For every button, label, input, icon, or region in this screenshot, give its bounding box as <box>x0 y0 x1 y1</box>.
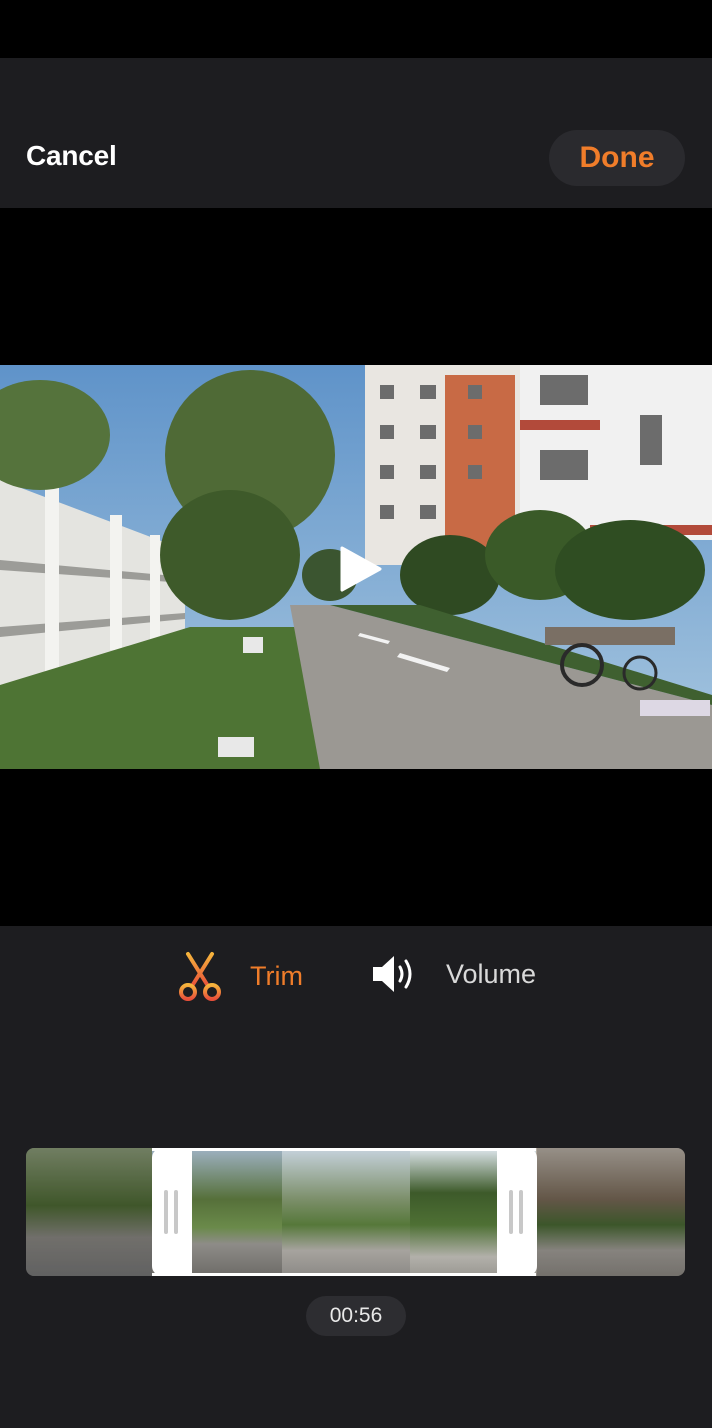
grip-icon <box>509 1190 513 1234</box>
grip-icon <box>519 1190 523 1234</box>
scissors-icon <box>179 952 221 1001</box>
speaker-icon <box>373 956 412 992</box>
done-button[interactable]: Done <box>549 130 685 186</box>
volume-label: Volume <box>446 958 537 989</box>
excluded-range-left <box>26 1148 152 1276</box>
grip-icon <box>174 1190 178 1234</box>
trim-handle-start[interactable] <box>152 1148 192 1276</box>
trim-tab[interactable]: Trim <box>178 950 303 1002</box>
volume-tab[interactable]: Volume <box>370 952 536 996</box>
excluded-range-right <box>537 1148 685 1276</box>
status-bar <box>0 0 712 58</box>
trim-label: Trim <box>250 960 303 991</box>
duration-badge: 00:56 <box>306 1296 406 1336</box>
trim-selection[interactable] <box>152 1148 536 1276</box>
cancel-button[interactable]: Cancel <box>26 140 117 172</box>
play-icon[interactable] <box>338 545 382 593</box>
trim-handle-end[interactable] <box>497 1148 537 1276</box>
top-toolbar: Cancel Done <box>0 58 712 208</box>
grip-icon <box>164 1190 168 1234</box>
